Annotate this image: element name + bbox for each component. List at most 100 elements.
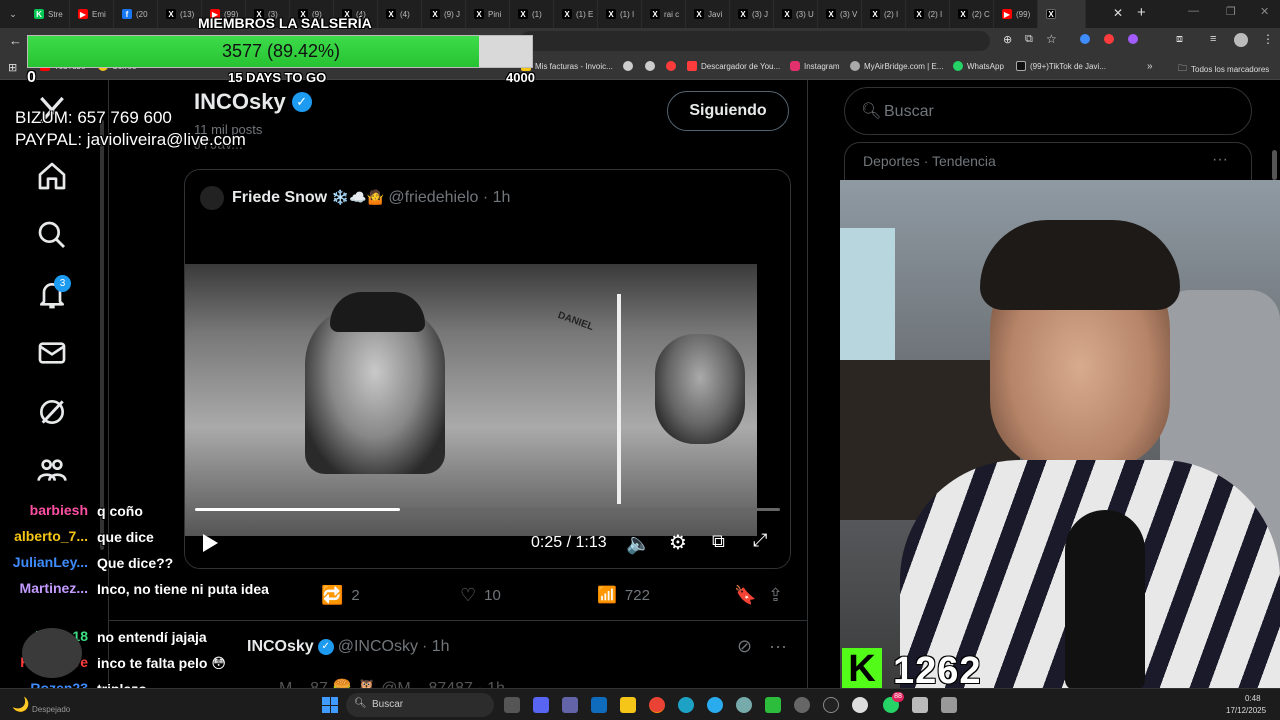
home-icon[interactable] xyxy=(36,160,68,192)
window-close-button[interactable]: ✕ xyxy=(1260,5,1269,18)
discord-icon[interactable] xyxy=(533,697,549,713)
file-explorer-icon[interactable] xyxy=(620,697,636,713)
start-windows-icon[interactable] xyxy=(322,697,338,713)
browser-tab[interactable]: X (2) I xyxy=(862,0,906,28)
bookmark-myairbridge[interactable]: MyAirBridge.com | E... xyxy=(850,61,943,71)
like-button[interactable]: ♡ 10 xyxy=(460,585,501,606)
bookmark-button[interactable]: 🔖 xyxy=(734,585,756,606)
repost-button[interactable]: 🔁 2 xyxy=(321,585,360,606)
browser-tab[interactable]: X Pini xyxy=(466,0,510,28)
trend-more-icon[interactable]: ··· xyxy=(1212,151,1228,169)
install-app-icon[interactable]: ⧉ xyxy=(1025,33,1033,46)
window-maximize-button[interactable]: ❐ xyxy=(1226,5,1236,18)
chat-username[interactable]: Martinez... xyxy=(0,580,88,596)
more-options-icon[interactable]: ··· xyxy=(769,636,787,657)
app-icon[interactable] xyxy=(852,697,868,713)
reading-list-icon[interactable]: ≡ xyxy=(1210,33,1216,45)
bookmark-globe-2[interactable] xyxy=(645,61,655,71)
app-icon[interactable] xyxy=(941,697,957,713)
edge-icon[interactable] xyxy=(678,697,694,713)
extension-icon[interactable] xyxy=(1128,34,1138,44)
browser-tab[interactable]: X (9) J xyxy=(422,0,466,28)
extension-icon[interactable] xyxy=(1104,34,1114,44)
outlook-icon[interactable] xyxy=(591,697,607,713)
zoom-icon[interactable]: ⊕ xyxy=(1003,33,1012,46)
browser-tab[interactable]: X (3) J xyxy=(730,0,774,28)
chat-username[interactable]: JulianLey... xyxy=(0,554,88,570)
volume-icon[interactable]: 🔈 xyxy=(626,531,651,556)
tab-close-icon[interactable]: ✕ xyxy=(1113,6,1123,20)
quoted-author-avatar[interactable] xyxy=(200,186,224,210)
chrome-icon[interactable] xyxy=(649,697,665,713)
chat-username[interactable]: alberto_7... xyxy=(0,528,88,544)
profile-avatar[interactable] xyxy=(1234,33,1248,47)
browser-tab[interactable]: X (3) V xyxy=(818,0,862,28)
views-button[interactable]: 📶 722 xyxy=(597,585,650,605)
quoted-author-handle[interactable]: @friedehielo xyxy=(388,189,478,206)
chat-username[interactable]: barbiesh xyxy=(0,502,88,518)
browser-tab[interactable]: ▶ (99) xyxy=(994,0,1038,28)
sidebar-search-input[interactable]: 🔍︎ Buscar xyxy=(844,87,1252,135)
grok-post-icon[interactable]: ⊘ xyxy=(737,636,752,657)
tab-list-button[interactable]: ⌄ xyxy=(0,0,26,28)
messages-envelope-icon[interactable] xyxy=(36,337,68,369)
following-button[interactable]: Siguiendo xyxy=(667,91,789,131)
browser-tab[interactable]: X (3) U xyxy=(774,0,818,28)
grok-icon[interactable] xyxy=(36,396,68,428)
browser-tab[interactable]: K Stre xyxy=(26,0,70,28)
browser-tab[interactable]: X Javi xyxy=(686,0,730,28)
task-view-icon[interactable] xyxy=(504,697,520,713)
browser-menu-icon[interactable]: ⋮ xyxy=(1262,32,1274,46)
new-tab-button[interactable]: + xyxy=(1137,4,1146,21)
bookmark-todos[interactable]: 🗀 Todos los marcadores xyxy=(1178,61,1269,77)
bookmark-instagram[interactable]: Instagram xyxy=(790,61,840,71)
browser-tab[interactable]: X (1) E xyxy=(554,0,598,28)
camtasia-icon[interactable] xyxy=(765,697,781,713)
app-icon[interactable] xyxy=(736,697,752,713)
back-icon[interactable]: ← xyxy=(9,33,22,48)
extension-icon[interactable] xyxy=(1080,34,1090,44)
browser-tab[interactable]: ▶ Emi xyxy=(70,0,114,28)
quoted-author-name[interactable]: Friede Snow xyxy=(232,189,327,206)
extensions-puzzle-icon[interactable]: ⧈ xyxy=(1176,33,1183,46)
clock-date[interactable]: 17/12/2025 xyxy=(1226,706,1266,715)
taskbar-search[interactable]: 🔍︎ Buscar xyxy=(346,693,494,717)
pip-icon[interactable]: ⧉ xyxy=(712,531,725,552)
browser-tab[interactable]: X (1) xyxy=(510,0,554,28)
weather-icon[interactable]: 🌙 xyxy=(12,696,29,713)
window-minimize-button[interactable]: — xyxy=(1188,5,1199,17)
settings-gear-icon[interactable]: ⚙ xyxy=(669,530,687,555)
browser-tab[interactable]: X (13) xyxy=(158,0,202,28)
bookmark-whatsapp[interactable]: WhatsApp xyxy=(953,61,1004,71)
nav-scrollbar[interactable] xyxy=(100,120,104,550)
settings-icon[interactable] xyxy=(794,697,810,713)
teams-icon[interactable] xyxy=(562,697,578,713)
telegram-icon[interactable] xyxy=(707,697,723,713)
browser-tab[interactable]: X (2) I xyxy=(906,0,950,28)
bookmarks-overflow-icon[interactable]: » xyxy=(1147,61,1153,72)
browser-tab[interactable]: Xrai c xyxy=(642,0,686,28)
browser-tab[interactable]: f (20 xyxy=(114,0,158,28)
communities-icon[interactable] xyxy=(36,454,68,486)
bookmark-red[interactable] xyxy=(666,61,676,71)
bookmark-tiktok[interactable]: (99+)TikTok de Javi... xyxy=(1016,61,1106,71)
browser-tab-active[interactable]: X xyxy=(1038,0,1086,28)
browser-tab[interactable]: X (4) xyxy=(378,0,422,28)
app-icon[interactable] xyxy=(912,697,928,713)
url-field[interactable] xyxy=(520,31,990,51)
browser-tab[interactable]: X (2) C xyxy=(950,0,994,28)
bookmark-star-icon[interactable]: ☆ xyxy=(1046,32,1057,46)
search-nav-icon[interactable] xyxy=(36,219,68,251)
next-post-handle[interactable]: @INCOsky xyxy=(338,638,418,656)
fullscreen-icon[interactable]: ⤢ xyxy=(753,530,767,551)
clock-time[interactable]: 0:48 xyxy=(1245,694,1261,703)
browser-tab[interactable]: X (1) I xyxy=(598,0,642,28)
profile-name[interactable]: INCOsky ✓ xyxy=(194,89,312,115)
obs-icon[interactable] xyxy=(823,697,839,713)
bookmark-descargador[interactable]: Descargador de You... xyxy=(687,61,780,71)
tab-favicon-icon: X xyxy=(518,9,528,19)
sidebar-scrollbar[interactable] xyxy=(1272,150,1277,180)
apps-grid-icon[interactable]: ⊞ xyxy=(8,61,17,74)
share-icon[interactable]: ⇪ xyxy=(768,585,783,606)
bookmark-globe-1[interactable] xyxy=(623,61,633,71)
